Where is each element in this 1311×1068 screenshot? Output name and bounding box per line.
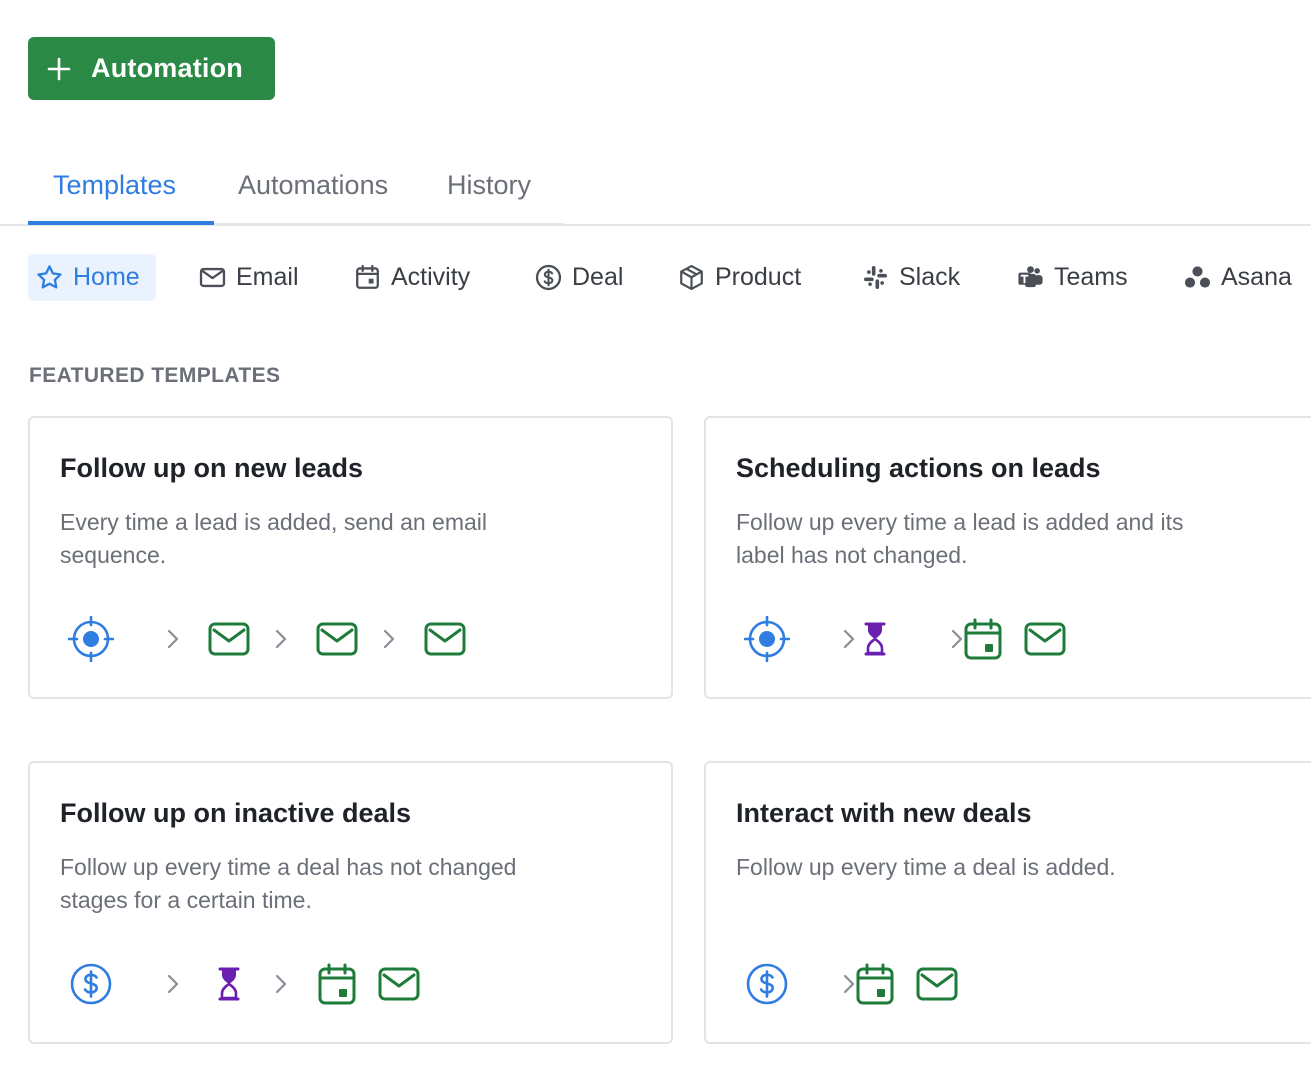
box-icon <box>680 264 703 291</box>
step-action <box>374 959 424 1009</box>
category-label: Deal <box>572 263 624 291</box>
step-trigger <box>66 614 116 664</box>
category-product[interactable]: Product <box>677 254 801 301</box>
calendar-icon <box>318 963 356 1005</box>
star-icon <box>37 265 62 289</box>
card-title: Scheduling actions on leads <box>736 453 1101 483</box>
chevron-right-icon <box>167 629 179 649</box>
calendar-icon <box>964 618 1002 660</box>
step-action <box>912 959 962 1009</box>
chevron-right-icon <box>383 629 395 649</box>
step-action <box>312 614 362 664</box>
target-icon <box>68 616 114 662</box>
category-slack[interactable]: Slack <box>861 254 960 301</box>
tab-automations[interactable]: Automations <box>238 150 388 226</box>
category-filter-bar: Home Email Activity Deal Product Slack T… <box>0 254 1311 302</box>
card-description: Every time a lead is added, send an emai… <box>60 509 488 568</box>
step-delay <box>204 959 254 1009</box>
envelope-icon <box>378 967 420 1001</box>
calendar-icon <box>356 264 379 289</box>
chevron-right-icon <box>275 974 287 994</box>
step-trigger <box>66 959 116 1009</box>
tab-track <box>214 223 564 225</box>
tab-bar: Templates Automations History <box>0 150 1311 226</box>
envelope-icon <box>208 622 250 656</box>
envelope-icon <box>316 622 358 656</box>
envelope-icon <box>916 967 958 1001</box>
asana-icon <box>1184 266 1211 288</box>
calendar-icon <box>856 963 894 1005</box>
template-card-scheduling-actions-leads[interactable]: Scheduling actions on leads Follow up ev… <box>704 416 1311 699</box>
step-action <box>1020 614 1070 664</box>
envelope-icon <box>1024 622 1066 656</box>
card-title: Interact with new deals <box>736 798 1032 828</box>
category-label: Teams <box>1054 263 1128 291</box>
envelope-icon <box>199 267 226 288</box>
dollar-circle-icon <box>70 963 112 1005</box>
dollar-circle-icon <box>535 264 562 291</box>
chevron-right-icon <box>167 974 179 994</box>
hourglass-icon <box>218 967 240 1001</box>
card-description: Follow up every time a deal is added. <box>736 854 1116 880</box>
step-action <box>420 614 470 664</box>
tab-templates[interactable]: Templates <box>53 150 176 226</box>
category-asana[interactable]: Asana <box>1183 254 1292 301</box>
envelope-icon <box>424 622 466 656</box>
category-label: Activity <box>391 263 471 291</box>
step-trigger <box>742 614 792 664</box>
card-title: Follow up on inactive deals <box>60 798 412 828</box>
card-description: Follow up every time a deal has not chan… <box>60 854 517 913</box>
category-home[interactable]: Home <box>28 254 156 301</box>
category-teams[interactable]: Teams <box>1016 254 1128 301</box>
step-action <box>958 614 1008 664</box>
template-card-follow-up-new-leads[interactable]: Follow up on new leads Every time a lead… <box>28 416 673 699</box>
category-label: Product <box>715 263 802 291</box>
category-label: Slack <box>899 263 961 291</box>
hourglass-icon <box>864 622 886 656</box>
category-label: Home <box>73 263 140 291</box>
card-title: Follow up on new leads <box>60 453 364 483</box>
plus-icon <box>47 57 71 80</box>
slack-icon <box>864 266 887 289</box>
teams-icon <box>1018 266 1043 288</box>
step-delay <box>850 614 900 664</box>
dollar-circle-icon <box>746 963 788 1005</box>
step-action <box>850 959 900 1009</box>
automations-page: Automation Templates Automations History… <box>0 0 1311 1068</box>
category-email[interactable]: Email <box>198 254 299 301</box>
category-activity[interactable]: Activity <box>353 254 470 301</box>
step-action <box>204 614 254 664</box>
active-tab-indicator <box>28 221 214 225</box>
chevron-right-icon <box>275 629 287 649</box>
tab-history[interactable]: History <box>447 150 531 226</box>
featured-templates-heading: FEATURED TEMPLATES <box>29 364 281 387</box>
template-card-follow-up-inactive-deals[interactable]: Follow up on inactive deals Follow up ev… <box>28 761 673 1044</box>
category-label: Email <box>236 263 299 291</box>
step-action <box>312 959 362 1009</box>
card-description: Follow up every time a lead is added and… <box>736 509 1184 568</box>
category-deal[interactable]: Deal <box>534 254 623 301</box>
target-icon <box>744 616 790 662</box>
add-automation-button[interactable]: Automation <box>28 37 275 100</box>
step-trigger <box>742 959 792 1009</box>
category-label: Asana <box>1221 263 1292 291</box>
template-card-interact-new-deals[interactable]: Interact with new deals Follow up every … <box>704 761 1311 1044</box>
add-automation-label: Automation <box>91 53 243 83</box>
